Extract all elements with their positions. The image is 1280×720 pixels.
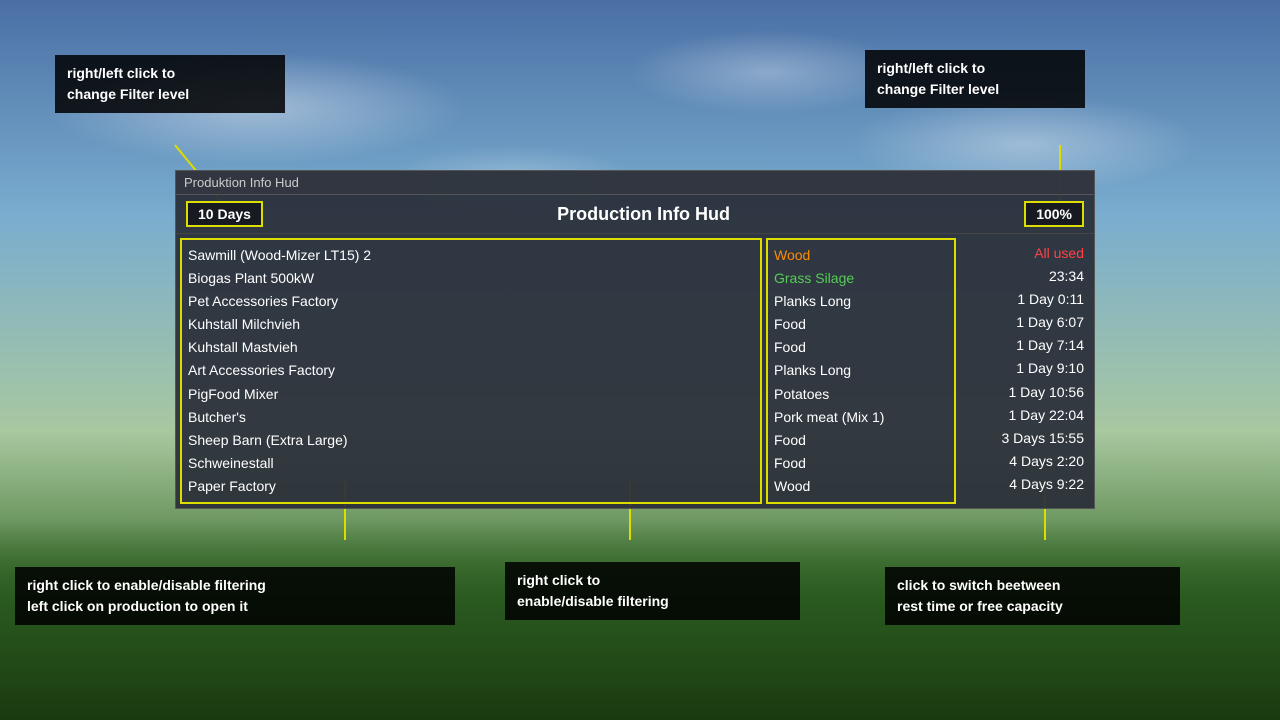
tooltip-bottom-right: click to switch beetween rest time or fr… [885, 567, 1180, 625]
output-item-10: Wood [774, 475, 948, 498]
time-item-8[interactable]: 3 Days 15:55 [966, 427, 1084, 450]
time-item-1[interactable]: 23:34 [966, 265, 1084, 288]
production-item-8[interactable]: Sheep Barn (Extra Large) [188, 429, 754, 452]
tooltip-bottom-mid: right click to enable/disable filtering [505, 562, 800, 620]
times-list: All used23:341 Day 0:111 Day 6:071 Day 7… [966, 242, 1084, 496]
output-item-2: Planks Long [774, 290, 948, 313]
production-item-3[interactable]: Kuhstall Milchvieh [188, 313, 754, 336]
output-item-3: Food [774, 313, 948, 336]
productions-list: Sawmill (Wood-Mizer LT15) 2Biogas Plant … [188, 244, 754, 498]
output-item-0: Wood [774, 244, 948, 267]
hud-panel: Produktion Info Hud 10 Days Production I… [175, 170, 1095, 509]
production-item-5[interactable]: Art Accessories Factory [188, 359, 754, 382]
output-item-6: Potatoes [774, 383, 948, 406]
hud-header: 10 Days Production Info Hud 100% [176, 195, 1094, 234]
production-item-0[interactable]: Sawmill (Wood-Mizer LT15) 2 [188, 244, 754, 267]
production-item-7[interactable]: Butcher's [188, 406, 754, 429]
output-item-8: Food [774, 429, 948, 452]
tooltip-top-left: right/left click to change Filter level [55, 55, 285, 113]
time-item-7[interactable]: 1 Day 22:04 [966, 404, 1084, 427]
time-item-0[interactable]: All used [966, 242, 1084, 265]
hud-title-bar: Produktion Info Hud [176, 171, 1094, 195]
output-item-7: Pork meat (Mix 1) [774, 406, 948, 429]
time-item-5[interactable]: 1 Day 9:10 [966, 357, 1084, 380]
output-item-1: Grass Silage [774, 267, 948, 290]
time-item-9[interactable]: 4 Days 2:20 [966, 450, 1084, 473]
productions-column: Sawmill (Wood-Mizer LT15) 2Biogas Plant … [180, 238, 762, 504]
time-item-2[interactable]: 1 Day 0:11 [966, 288, 1084, 311]
tooltip-top-right: right/left click to change Filter level [865, 50, 1085, 108]
time-item-10[interactable]: 4 Days 9:22 [966, 473, 1084, 496]
time-item-6[interactable]: 1 Day 10:56 [966, 381, 1084, 404]
outputs-list: WoodGrass SilagePlanks LongFoodFoodPlank… [774, 244, 948, 498]
production-item-10[interactable]: Paper Factory [188, 475, 754, 498]
hud-main-title: Production Info Hud [263, 204, 1024, 225]
production-item-4[interactable]: Kuhstall Mastvieh [188, 336, 754, 359]
filter-percent-button[interactable]: 100% [1024, 201, 1084, 227]
output-item-5: Planks Long [774, 359, 948, 382]
time-item-4[interactable]: 1 Day 7:14 [966, 334, 1084, 357]
production-item-6[interactable]: PigFood Mixer [188, 383, 754, 406]
hud-columns: Sawmill (Wood-Mizer LT15) 2Biogas Plant … [176, 234, 1094, 508]
outputs-column: WoodGrass SilagePlanks LongFoodFoodPlank… [766, 238, 956, 504]
time-item-3[interactable]: 1 Day 6:07 [966, 311, 1084, 334]
production-item-1[interactable]: Biogas Plant 500kW [188, 267, 754, 290]
filter-days-button[interactable]: 10 Days [186, 201, 263, 227]
output-item-4: Food [774, 336, 948, 359]
times-column: All used23:341 Day 0:111 Day 6:071 Day 7… [960, 238, 1090, 504]
tooltip-bottom-left: right click to enable/disable filtering … [15, 567, 455, 625]
production-item-2[interactable]: Pet Accessories Factory [188, 290, 754, 313]
production-item-9[interactable]: Schweinestall [188, 452, 754, 475]
output-item-9: Food [774, 452, 948, 475]
